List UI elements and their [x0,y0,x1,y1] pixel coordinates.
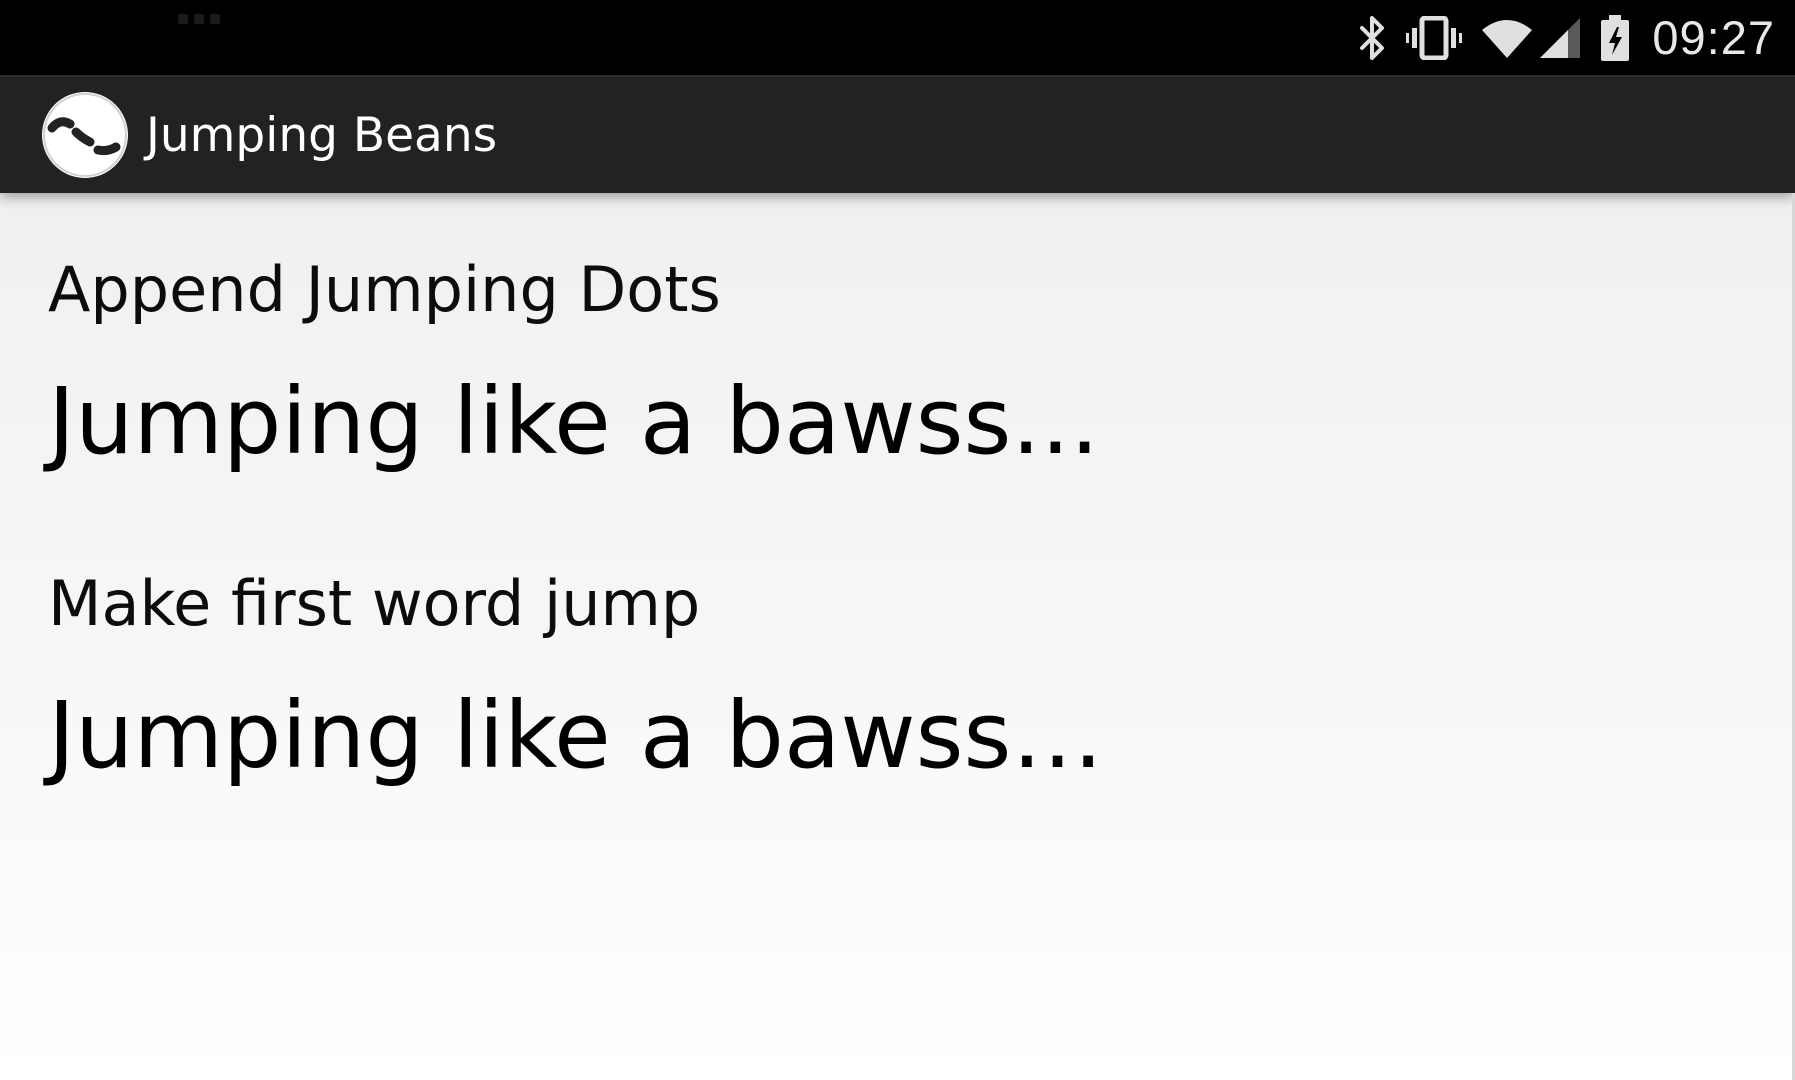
bluetooth-icon [1358,15,1388,60]
screen: 09:27 Jumping Beans Append Jumping Dots … [0,0,1795,1080]
first-word-jump-label: Make first word jump [48,567,701,640]
cell-signal-icon [1538,16,1582,60]
action-bar: Jumping Beans [0,75,1795,193]
first-word-jump-text: Jumping like a bawss… [48,682,1104,789]
jumping-dots-text: Jumping like a bawss... [48,376,1099,468]
wifi-icon [1480,16,1534,60]
vibrate-icon [1406,15,1463,60]
status-bar: 09:27 [0,0,1795,75]
jumping-dots-base-text: Jumping like a bawss [48,368,1012,475]
battery-charging-icon [1600,14,1630,61]
app-logo-icon[interactable] [42,92,128,178]
status-time: 09:27 [1652,11,1775,64]
status-icons: 09:27 [1358,0,1775,75]
notification-indicator [178,14,220,24]
jumping-dots: ... [1011,368,1100,475]
app-title: Jumping Beans [146,107,498,163]
append-dots-label: Append Jumping Dots [48,253,721,326]
